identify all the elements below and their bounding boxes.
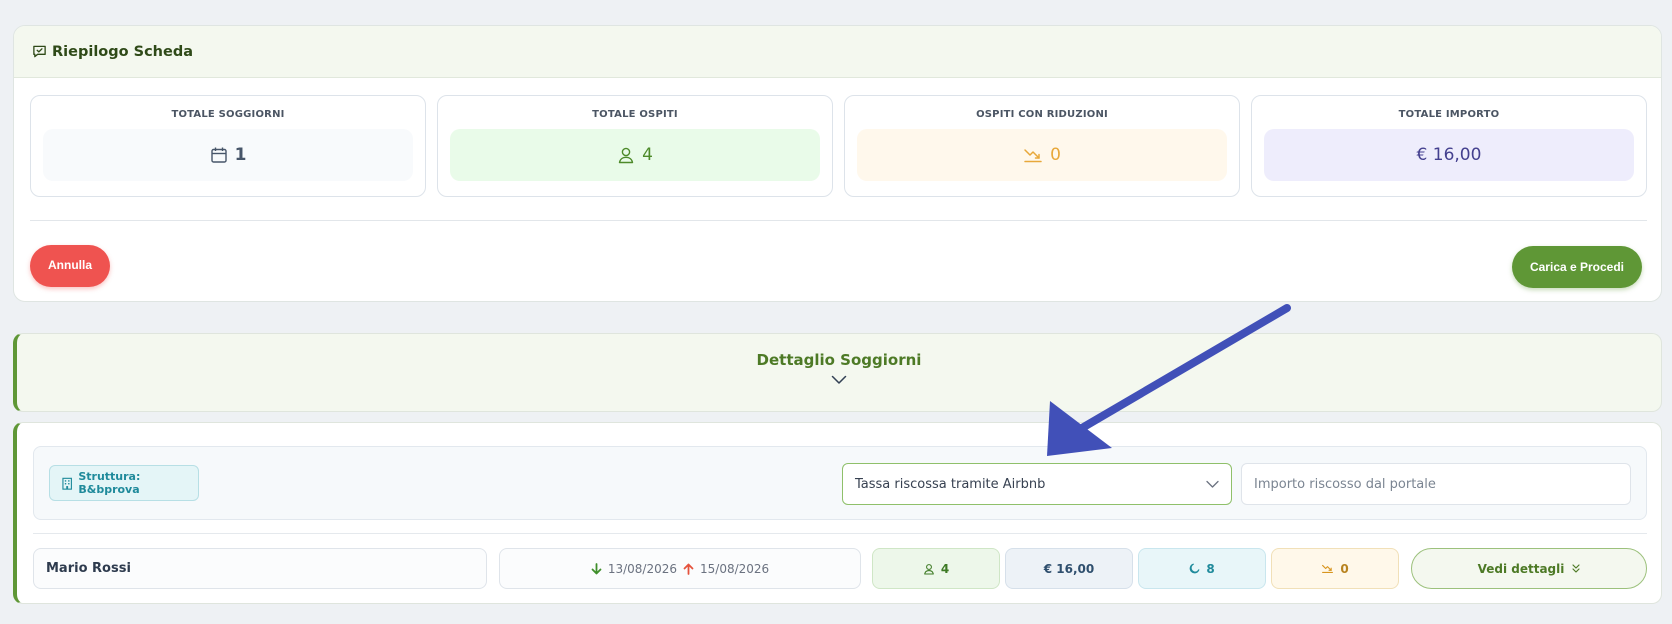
- guest-name: Mario Rossi: [33, 548, 487, 589]
- dettaglio-soggiorni-toggle[interactable]: Dettaglio Soggiorni: [13, 333, 1662, 412]
- filter-bar: Struttura: B&bprova Tassa riscossa trami…: [33, 446, 1647, 520]
- importo-chip: € 16,00: [1005, 548, 1133, 589]
- trend-down-icon: [1322, 564, 1334, 574]
- riduzioni-count: 0: [1340, 561, 1349, 576]
- vedi-dettagli-button[interactable]: Vedi dettagli: [1411, 548, 1647, 589]
- summary-header: Riepilogo Scheda: [14, 26, 1661, 78]
- stat-value: 1: [234, 145, 247, 165]
- stat-value: 0: [1050, 145, 1061, 165]
- moon-icon: [1190, 563, 1200, 574]
- riduzioni-chip: 0: [1271, 548, 1399, 589]
- select-value: Tassa riscossa tramite Airbnb: [855, 476, 1046, 492]
- stat-value: € 16,00: [1416, 145, 1482, 165]
- chat-check-icon: [33, 45, 46, 58]
- check-in-date: 13/08/2026: [607, 561, 677, 576]
- notti-count: 8: [1206, 561, 1215, 576]
- riscossione-select[interactable]: Tassa riscossa tramite Airbnb: [842, 463, 1232, 505]
- arrow-down-icon: [591, 562, 602, 574]
- divider: [33, 533, 1647, 534]
- stat-label: TOTALE SOGGIORNI: [171, 109, 285, 120]
- stat-label: OSPITI CON RIDUZIONI: [976, 109, 1108, 120]
- ospiti-count: 4: [940, 561, 950, 576]
- stat-totale-importo: TOTALE IMPORTO € 16,00: [1251, 95, 1647, 197]
- struttura-badge: Struttura: B&bprova: [49, 465, 199, 501]
- stat-value-box: 4: [450, 129, 820, 181]
- stat-value-box: 1: [43, 129, 413, 181]
- stat-value-box: € 16,00: [1264, 129, 1634, 181]
- importo-riscosso-input[interactable]: [1241, 463, 1631, 505]
- double-chevron-down-icon: [1572, 564, 1580, 573]
- stat-value: 4: [642, 145, 653, 165]
- stay-dates: 13/08/2026 15/08/2026: [499, 548, 861, 589]
- chevron-down-icon: [831, 375, 847, 384]
- summary-title: Riepilogo Scheda: [52, 43, 193, 60]
- importo-value: € 16,00: [1043, 561, 1095, 576]
- soggiorni-panel: Struttura: B&bprova Tassa riscossa trami…: [13, 422, 1662, 604]
- notti-chip: 8: [1138, 548, 1266, 589]
- user-icon: [923, 563, 934, 575]
- dettaglio-title: Dettaglio Soggiorni: [756, 351, 922, 369]
- annulla-button[interactable]: Annulla: [30, 245, 110, 287]
- trend-down-icon: [1024, 149, 1042, 163]
- divider: [30, 220, 1647, 221]
- carica-e-procedi-button[interactable]: Carica e Procedi: [1512, 246, 1642, 288]
- stats-row: TOTALE SOGGIORNI 1 TOTALE OSPITI 4 OSPIT…: [30, 95, 1647, 197]
- struttura-label: Struttura: B&bprova: [78, 470, 141, 496]
- stat-ospiti-riduzioni: OSPITI CON RIDUZIONI 0: [844, 95, 1240, 197]
- chevron-down-icon: [1206, 480, 1219, 488]
- summary-card: Riepilogo Scheda TOTALE SOGGIORNI 1 TOTA…: [13, 25, 1662, 302]
- stat-label: TOTALE IMPORTO: [1398, 109, 1500, 120]
- stat-value-box: 0: [857, 129, 1227, 181]
- check-out-date: 15/08/2026: [700, 561, 770, 576]
- building-icon: [62, 477, 72, 490]
- user-icon: [618, 147, 634, 164]
- stat-totale-ospiti: TOTALE OSPITI 4: [437, 95, 833, 197]
- ospiti-chip: 4: [872, 548, 1000, 589]
- calendar-icon: [210, 147, 227, 163]
- stat-label: TOTALE OSPITI: [592, 109, 678, 120]
- stat-totale-soggiorni: TOTALE SOGGIORNI 1: [30, 95, 426, 197]
- arrow-up-icon: [683, 563, 694, 575]
- vedi-dettagli-label: Vedi dettagli: [1477, 561, 1565, 576]
